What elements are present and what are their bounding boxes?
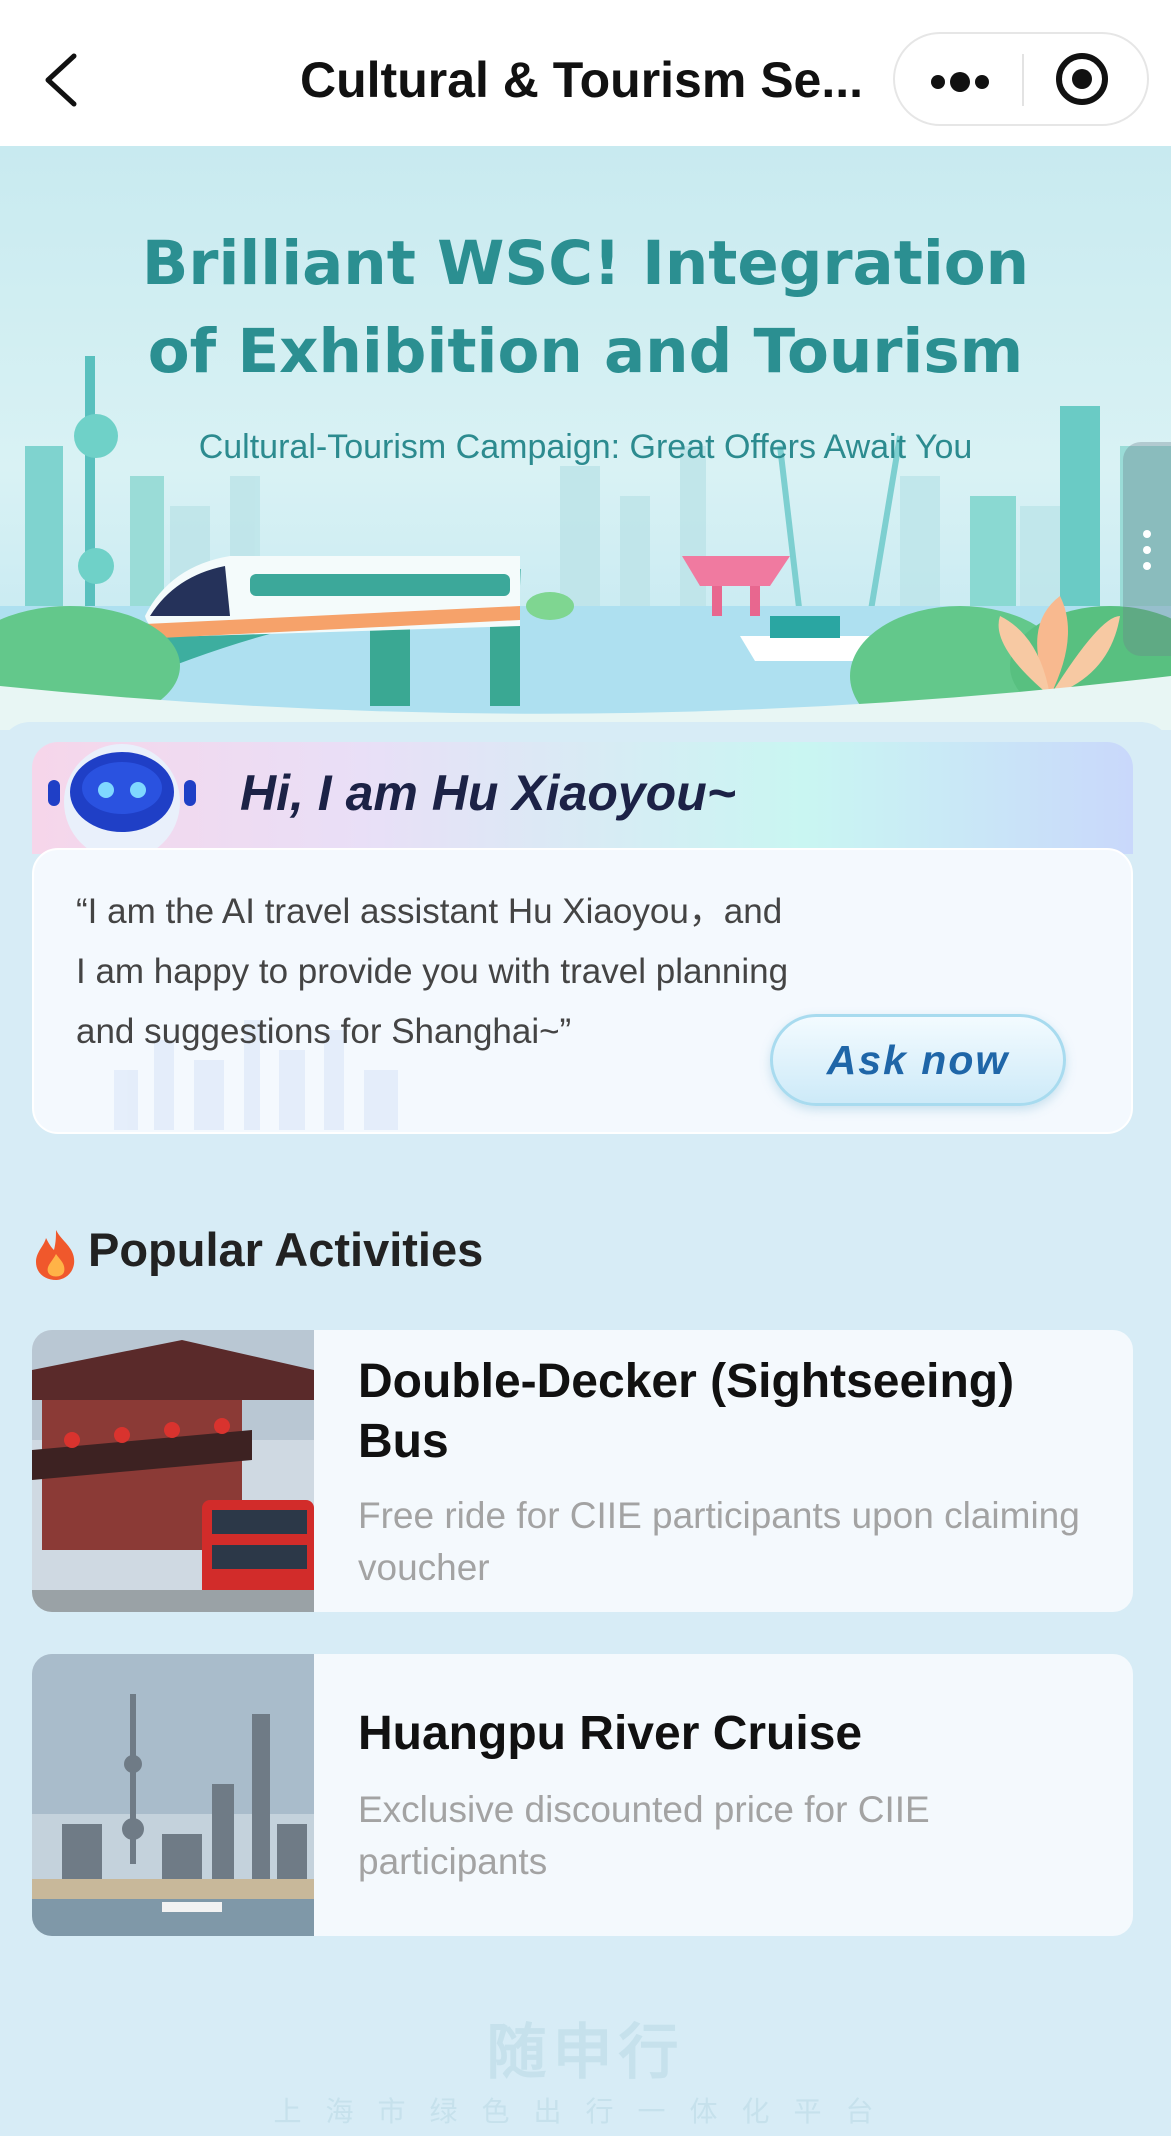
- chevron-left-icon: [45, 53, 77, 107]
- hero-title-line1: Brilliant WSC! Integration: [141, 228, 1030, 299]
- hero-title: Brilliant WSC! Integration of Exhibition…: [0, 220, 1171, 396]
- assistant-message: “I am the AI travel assistant Hu Xiaoyou…: [76, 892, 789, 1051]
- page-title: Cultural & Tourism Se...: [300, 52, 864, 108]
- activity-card-cruise[interactable]: Huangpu River Cruise Exclusive discounte…: [32, 1654, 1133, 1936]
- activity-card-bus[interactable]: Double-Decker (Sightseeing) Bus Free rid…: [32, 1330, 1133, 1612]
- handle-dot: [1143, 546, 1151, 554]
- target-close-icon: [1056, 53, 1108, 105]
- ask-now-button[interactable]: Ask now: [770, 1014, 1066, 1106]
- activity-desc: Exclusive discounted price for CIIE part…: [358, 1789, 930, 1882]
- assistant-greeting: Hi, I am Hu Xiaoyou~: [240, 765, 736, 821]
- more-dot-center: [950, 72, 970, 92]
- handle-dot: [1143, 530, 1151, 538]
- side-drawer-handle[interactable]: [1123, 442, 1171, 656]
- handle-dot: [1143, 562, 1151, 570]
- hero-title-line2: of Exhibition and Tourism: [147, 316, 1024, 387]
- back-button[interactable]: [38, 50, 88, 110]
- hero-banner: Brilliant WSC! Integration of Exhibition…: [0, 146, 1171, 730]
- nav-bar: Cultural & Tourism Se...: [0, 0, 1171, 146]
- robot-avatar-icon: [48, 744, 196, 860]
- more-dot-right: [975, 75, 989, 89]
- bus-photo: [32, 1330, 314, 1612]
- hero-subtitle: Cultural-Tourism Campaign: Great Offers …: [198, 428, 973, 466]
- activity-desc: Free ride for CIIE participants upon cla…: [358, 1495, 1080, 1588]
- close-mini-program-button[interactable]: [1024, 34, 1147, 124]
- more-dots-icon: [931, 75, 945, 89]
- activity-title: Double-Decker (Sightseeing) Bus: [358, 1355, 1015, 1468]
- activity-title: Huangpu River Cruise: [358, 1707, 863, 1760]
- more-button[interactable]: [895, 34, 1022, 124]
- section-title-popular: Popular Activities: [88, 1223, 484, 1276]
- fire-icon: [36, 1230, 75, 1280]
- cruise-photo: [32, 1654, 314, 1936]
- footer-logo: 随申行: [486, 2019, 685, 2086]
- mini-program-capsule: [893, 32, 1149, 126]
- footer-tagline: 上海市绿色出行一体化平台: [273, 2096, 898, 2127]
